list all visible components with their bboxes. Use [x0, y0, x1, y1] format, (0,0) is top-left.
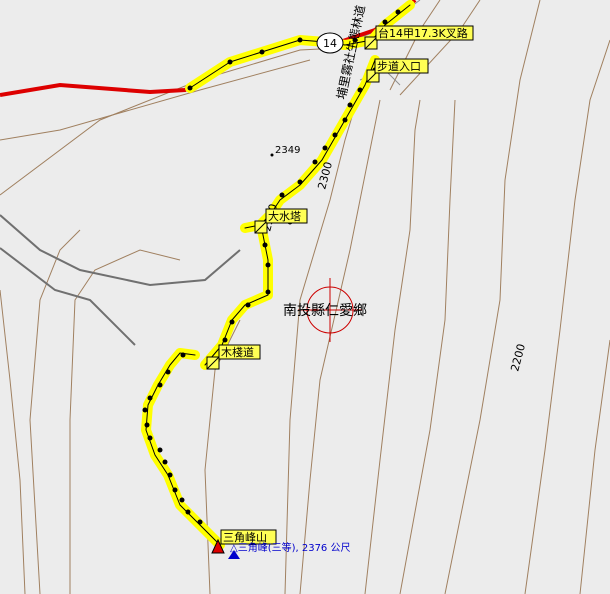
spot-height-label: 2349 — [275, 145, 300, 156]
contour-line — [364, 99, 421, 594]
topographic-map[interactable]: 2349 2300 2300 2200 埔里霧社生態林道 14 南投縣仁愛鄉 台… — [0, 0, 610, 594]
waypoint-0[interactable]: 台14甲17.3K叉路 — [364, 25, 474, 50]
spot-height: 2349 — [270, 145, 300, 157]
highway-shield: 14 — [316, 32, 344, 54]
boundary-line — [0, 247, 136, 346]
contour-line — [444, 0, 541, 594]
contour-line — [0, 289, 26, 594]
gps-track — [141, 0, 415, 550]
admin-boundaries — [0, 214, 241, 346]
contour-line — [0, 47, 341, 196]
waypoint-label: 台14甲17.3K叉路 — [378, 26, 468, 40]
waypoint-1[interactable]: 步道入口 — [366, 58, 429, 83]
map-canvas[interactable]: 2349 2300 2300 2200 埔里霧社生態林道 14 南投縣仁愛鄉 台… — [0, 0, 610, 594]
highway-shield-number: 14 — [323, 37, 337, 50]
contour-line — [0, 59, 311, 141]
waypoint-label: 木棧道 — [221, 345, 254, 359]
waypoint-label: 步道入口 — [377, 59, 421, 73]
triangulation-point[interactable]: △三角峰(三等), 2376 公尺 — [228, 541, 350, 559]
admin-area-label: 南投縣仁愛鄉 — [283, 303, 367, 319]
contour-line — [579, 339, 610, 594]
contour-line — [29, 229, 81, 594]
contour-line — [524, 39, 610, 594]
contour-line — [69, 249, 181, 594]
contour-line — [399, 99, 456, 594]
waypoint-label: 大水塔 — [268, 209, 301, 223]
contour-label: 2200 — [508, 342, 528, 372]
contour-line — [399, 0, 481, 96]
waypoint-2[interactable]: 大水塔 — [254, 208, 308, 234]
summit-label: △三角峰(三等), 2376 公尺 — [230, 541, 350, 554]
